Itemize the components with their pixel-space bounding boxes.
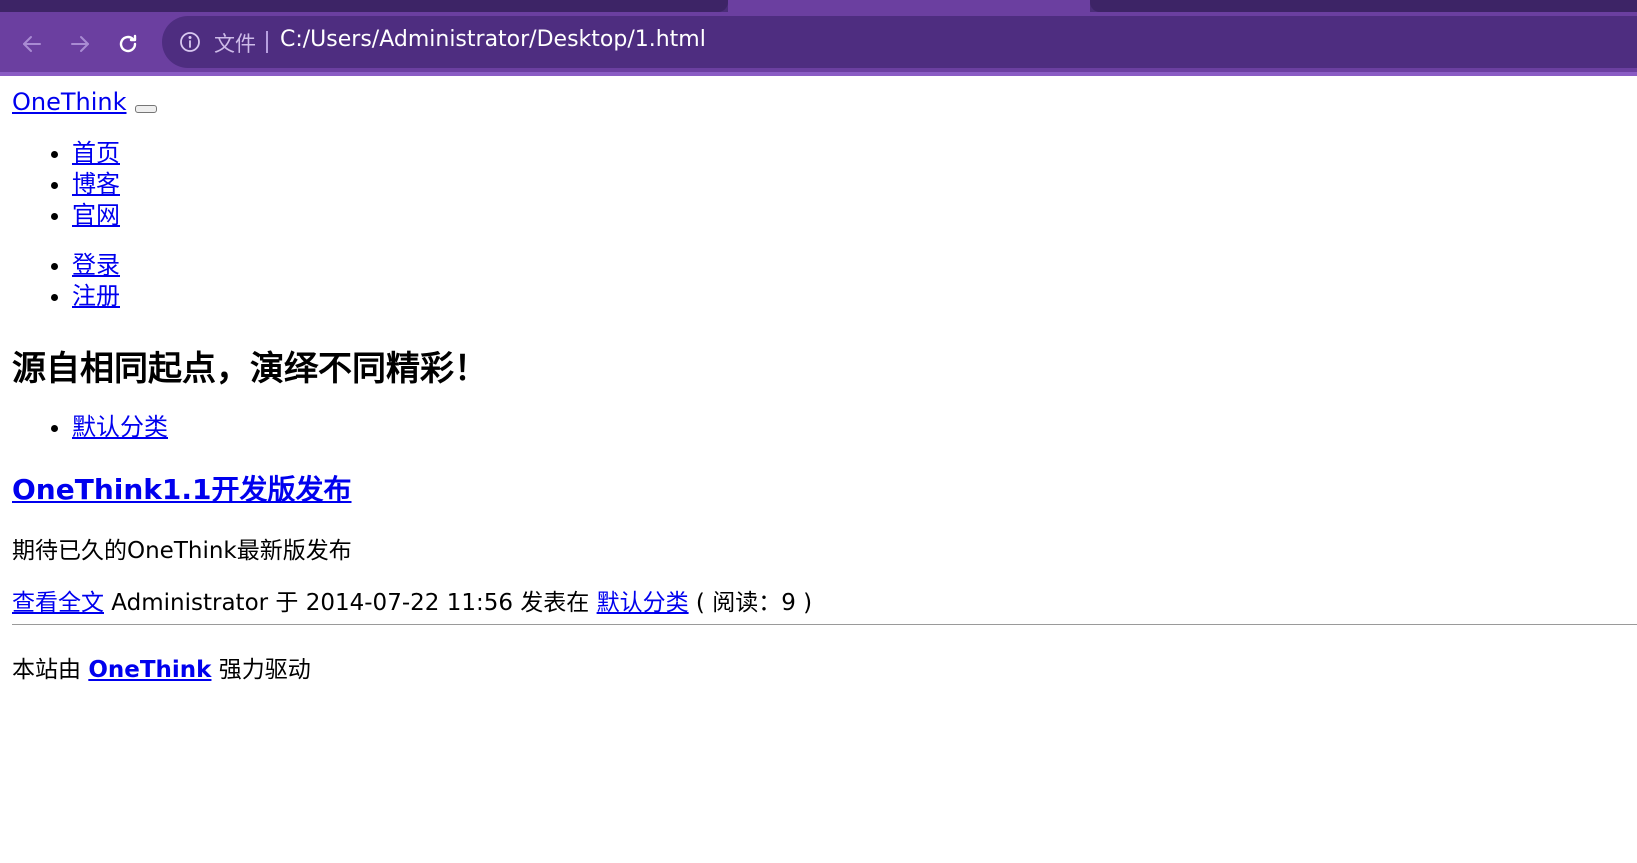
- reload-button[interactable]: [110, 26, 146, 62]
- nav-item-blog: 博客: [72, 169, 120, 200]
- nav-link-blog[interactable]: 博客: [72, 170, 120, 198]
- nav-item-home: 首页: [72, 138, 120, 169]
- tab-strip: [0, 0, 1637, 12]
- forward-button[interactable]: [62, 26, 98, 62]
- footer-suffix: 强力驱动: [211, 657, 311, 683]
- nav-link-home[interactable]: 首页: [72, 139, 120, 167]
- post-read-count: ( 阅读：9 ): [688, 590, 813, 616]
- category-link-default[interactable]: 默认分类: [72, 413, 168, 441]
- inactive-tab-left[interactable]: [0, 0, 728, 12]
- user-nav: 登录 注册: [12, 250, 120, 312]
- read-more-link[interactable]: 查看全文: [12, 590, 104, 616]
- footer-divider: [12, 624, 1637, 625]
- active-tab[interactable]: [728, 0, 1090, 12]
- footer-brand-link[interactable]: OneThink: [88, 657, 211, 683]
- site-footer: 本站由 OneThink 强力驱动: [12, 650, 311, 684]
- navbar-toggle-button[interactable]: [134, 105, 157, 113]
- category-item: 默认分类: [72, 412, 168, 443]
- footer-prefix: 本站由: [12, 657, 89, 683]
- brand-link[interactable]: OneThink: [12, 88, 127, 116]
- url-text[interactable]: C:/Users/Administrator/Desktop/1.html: [280, 27, 706, 52]
- category-list: 默认分类: [12, 412, 168, 443]
- login-link[interactable]: 登录: [72, 251, 120, 279]
- post-title: OneThink1.1开发版发布: [12, 468, 352, 508]
- post-title-link[interactable]: OneThink1.1开发版发布: [12, 473, 352, 506]
- post-author-date: Administrator 于 2014-07-22 11:56 发表在: [104, 590, 597, 616]
- reload-icon: [119, 34, 137, 53]
- register-link[interactable]: 注册: [72, 282, 120, 310]
- site-header: OneThink: [12, 88, 157, 116]
- address-bar[interactable]: 文件 C:/Users/Administrator/Desktop/1.html: [162, 16, 1637, 68]
- primary-nav: 首页 博客 官网: [12, 138, 120, 231]
- nav-item-register: 注册: [72, 281, 120, 312]
- back-button[interactable]: [14, 26, 50, 62]
- site-slogan: 源自相同起点，演绎不同精彩！: [12, 349, 488, 389]
- browser-chrome: 文件 C:/Users/Administrator/Desktop/1.html: [0, 0, 1637, 76]
- arrow-left-icon: [23, 36, 41, 52]
- post-excerpt: 期待已久的OneThink最新版发布: [12, 538, 352, 564]
- arrow-right-icon: [71, 36, 89, 52]
- nav-item-login: 登录: [72, 250, 120, 281]
- post-category-link[interactable]: 默认分类: [597, 590, 689, 616]
- post-meta: 查看全文 Administrator 于 2014-07-22 11:56 发表…: [12, 583, 812, 617]
- scheme-label: 文件: [214, 32, 256, 56]
- info-icon[interactable]: [178, 30, 202, 54]
- inactive-tab-right[interactable]: [1090, 0, 1637, 12]
- page-content: OneThink 首页 博客 官网 登录 注册 源自相同起点，演绎不同精彩！ 默…: [0, 76, 1637, 863]
- nav-link-official[interactable]: 官网: [72, 201, 120, 229]
- nav-item-official: 官网: [72, 200, 120, 231]
- browser-toolbar: 文件 C:/Users/Administrator/Desktop/1.html: [0, 12, 1637, 76]
- address-divider: [266, 31, 268, 53]
